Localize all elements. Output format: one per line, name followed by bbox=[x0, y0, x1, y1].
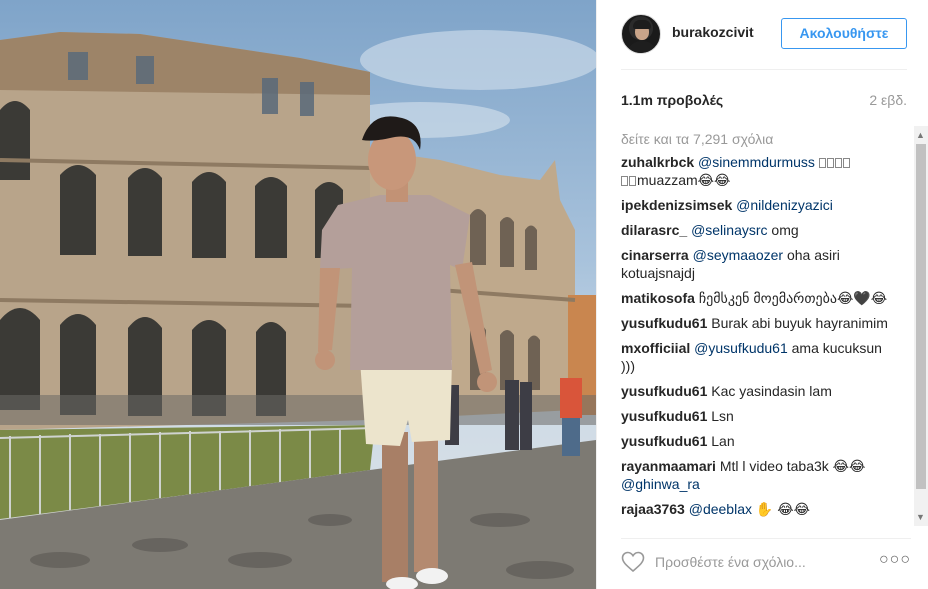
comment-item: mxofficiial @yusufkudu61 ama kucuksun ))… bbox=[621, 339, 891, 375]
more-options-icon[interactable]: ○○○ bbox=[879, 551, 911, 569]
comment-text: omg bbox=[767, 222, 799, 238]
comment-username[interactable]: rajaa3763 bbox=[621, 501, 685, 517]
view-count: 1.1m προβολές bbox=[621, 92, 724, 108]
post-header: burakozcivit Ακολουθήστε bbox=[621, 0, 907, 70]
comment-mention[interactable]: @yusufkudu61 bbox=[694, 340, 788, 356]
comment-username[interactable]: ipekdenizsimsek bbox=[621, 197, 732, 213]
comment-username[interactable]: mxofficiial bbox=[621, 340, 690, 356]
comment-text: Burak abi buyuk hayranimim bbox=[711, 315, 888, 331]
missing-glyph-boxes bbox=[818, 154, 851, 170]
comment-text: Lsn bbox=[711, 408, 734, 424]
username-link[interactable]: burakozcivit bbox=[672, 24, 754, 40]
comment-text: ✋ 😂😂 bbox=[752, 501, 810, 517]
scroll-up-arrow-icon[interactable]: ▲ bbox=[916, 130, 925, 140]
comment-username[interactable]: zuhalkrbck bbox=[621, 154, 694, 170]
comment-item: yusufkudu61 Burak abi buyuk hayranimim bbox=[621, 314, 891, 332]
comment-username[interactable]: yusufkudu61 bbox=[621, 315, 707, 331]
comment-text: ჩემსკენ მოემართება😂🖤😂 bbox=[698, 290, 888, 306]
comment-mention[interactable]: @seymaaozer bbox=[693, 247, 783, 263]
comment-item: yusufkudu61 Lsn bbox=[621, 407, 891, 425]
post-timestamp[interactable]: 2 εβδ. bbox=[869, 92, 907, 108]
comment-username[interactable]: cinarserra bbox=[621, 247, 689, 263]
load-more-comments[interactable]: δείτε και τα 7,291 σχόλια bbox=[621, 131, 913, 149]
comment-item: zuhalkrbck @sinemmdurmuss muazzam😂😂 bbox=[621, 153, 891, 189]
colosseum-photo bbox=[0, 30, 596, 589]
comment-mention[interactable]: @sinemmdurmuss bbox=[698, 154, 815, 170]
comment-mention[interactable]: @nildenizyazici bbox=[736, 197, 833, 213]
post-side-panel: burakozcivit Ακολουθήστε 1.1m προβολές 2… bbox=[596, 0, 928, 589]
post-footer: ○○○ bbox=[621, 538, 911, 589]
comment-text: Mtl l video taba3k 😂😂 bbox=[719, 458, 866, 474]
add-comment-input[interactable] bbox=[655, 549, 855, 575]
comment-item: dilarasrc_ @selinaysrc omg bbox=[621, 221, 891, 239]
follow-button[interactable]: Ακολουθήστε bbox=[781, 18, 907, 49]
comment-item: matikosofa ჩემსკენ მოემართება😂🖤😂 bbox=[621, 289, 891, 307]
comment-username[interactable]: dilarasrc_ bbox=[621, 222, 687, 238]
comment-item: yusufkudu61 Kac yasindasin lam bbox=[621, 382, 891, 400]
missing-glyph-boxes bbox=[621, 172, 637, 188]
comment-mention[interactable]: @ghinwa_ra bbox=[621, 476, 700, 492]
heart-icon[interactable] bbox=[621, 551, 645, 573]
comment-item: ipekdenizsimsek @nildenizyazici bbox=[621, 196, 891, 214]
comment-item: yusufkudu61 Lan bbox=[621, 432, 891, 450]
comment-list: δείτε και τα 7,291 σχόλια zuhalkrbck @si… bbox=[621, 128, 913, 528]
post-video[interactable] bbox=[0, 0, 596, 589]
comment-text: Kac yasindasin lam bbox=[711, 383, 832, 399]
comment-text: Lan bbox=[711, 433, 735, 449]
comment-text: muazzam😂😂 bbox=[637, 172, 731, 188]
scrollbar-thumb[interactable] bbox=[916, 144, 926, 489]
comment-username[interactable]: matikosofa bbox=[621, 290, 695, 306]
comment-item: rayanmaamari Mtl l video taba3k 😂😂 @ghin… bbox=[621, 457, 891, 493]
post-stats: 1.1m προβολές 2 εβδ. bbox=[621, 92, 907, 108]
avatar[interactable] bbox=[621, 14, 661, 54]
comment-username[interactable]: rayanmaamari bbox=[621, 458, 716, 474]
comment-item: cinarserra @seymaaozer oha asiri kotuajs… bbox=[621, 246, 891, 282]
comments-scrollbar[interactable]: ▲ ▼ bbox=[914, 126, 928, 526]
comment-username[interactable]: yusufkudu61 bbox=[621, 383, 707, 399]
comment-username[interactable]: yusufkudu61 bbox=[621, 408, 707, 424]
instagram-post-view: burakozcivit Ακολουθήστε 1.1m προβολές 2… bbox=[0, 0, 928, 589]
comment-item: rajaa3763 @deeblax ✋ 😂😂 bbox=[621, 500, 891, 518]
comment-username[interactable]: yusufkudu61 bbox=[621, 433, 707, 449]
comment-mention[interactable]: @deeblax bbox=[689, 501, 752, 517]
scroll-down-arrow-icon[interactable]: ▼ bbox=[916, 512, 925, 522]
comment-mention[interactable]: @selinaysrc bbox=[691, 222, 767, 238]
